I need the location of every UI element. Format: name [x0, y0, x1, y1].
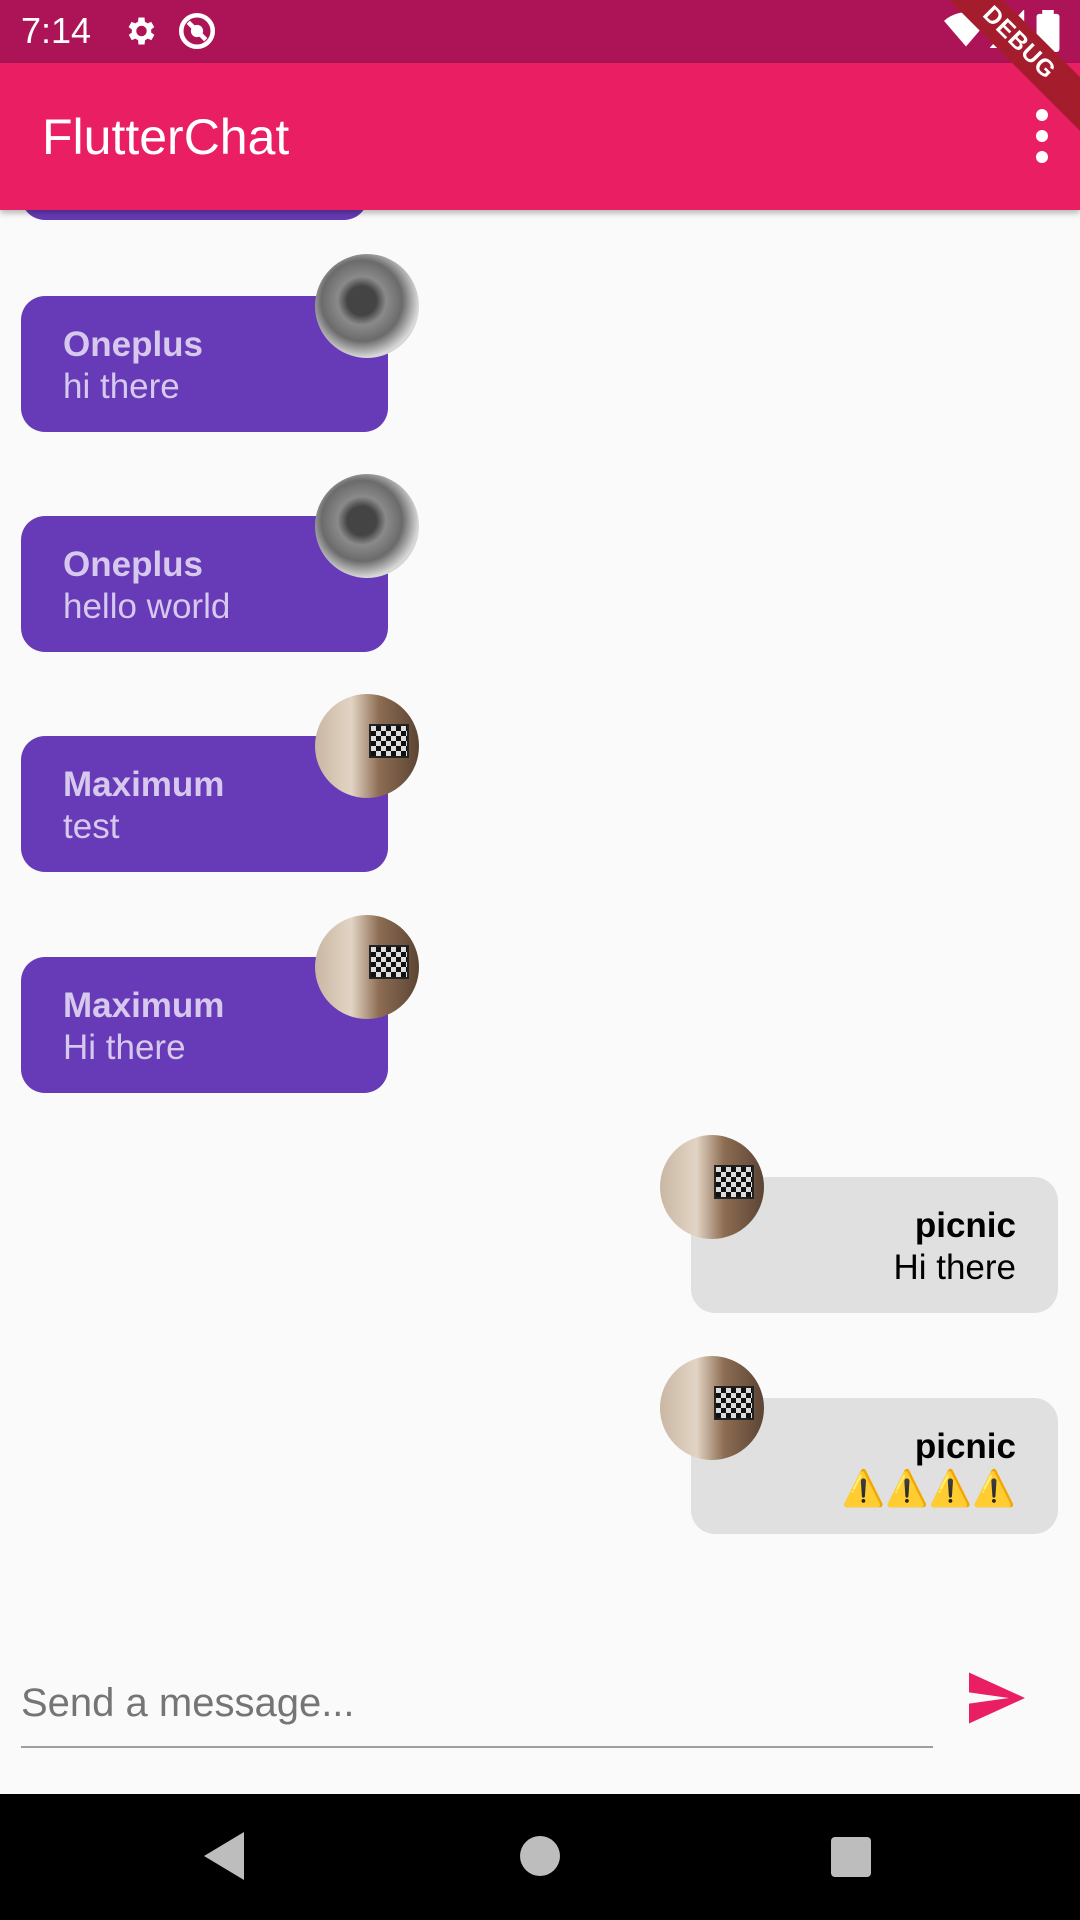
back-icon[interactable]: [204, 1832, 246, 1885]
navigation-bar: [0, 1794, 1080, 1920]
avatar: [315, 254, 419, 358]
avatar: [660, 1356, 764, 1460]
message-item: picnic Hi there: [658, 1135, 1058, 1313]
message-text: hi there: [63, 367, 180, 406]
message-item: Oneplus hello world: [21, 474, 421, 652]
message-item: Oneplus hi there: [21, 254, 421, 432]
app-bar: FlutterChat: [0, 63, 1080, 210]
message-text: test: [63, 807, 120, 846]
status-bar: 7:14: [0, 0, 1080, 63]
avatar: [315, 694, 419, 798]
status-time: 7:14: [21, 10, 92, 51]
message-text: hello world: [63, 587, 231, 626]
partial-message-bubble: [21, 210, 368, 220]
message-list[interactable]: Oneplus hi there Oneplus hello world Max…: [0, 210, 1080, 1600]
avatar: [315, 915, 419, 1019]
message-text: Hi there: [63, 1028, 186, 1067]
settings-icon: [122, 10, 158, 57]
send-icon[interactable]: [966, 1670, 1028, 1726]
message-text: Hi there: [893, 1248, 1016, 1287]
message-input[interactable]: [21, 1660, 933, 1748]
recents-icon[interactable]: [830, 1832, 872, 1885]
message-text: ⚠️⚠️⚠️⚠️: [841, 1469, 1016, 1508]
home-icon[interactable]: [519, 1832, 561, 1885]
app-title: FlutterChat: [42, 109, 290, 165]
message-item: Maximum test: [21, 694, 421, 872]
avatar: [315, 474, 419, 578]
message-item: picnic ⚠️⚠️⚠️⚠️: [658, 1356, 1058, 1534]
message-composer: [0, 1600, 1080, 1794]
more-vert-icon[interactable]: [1018, 103, 1066, 169]
sync-icon: [176, 10, 218, 57]
avatar: [660, 1135, 764, 1239]
message-item: Maximum Hi there: [21, 915, 421, 1093]
